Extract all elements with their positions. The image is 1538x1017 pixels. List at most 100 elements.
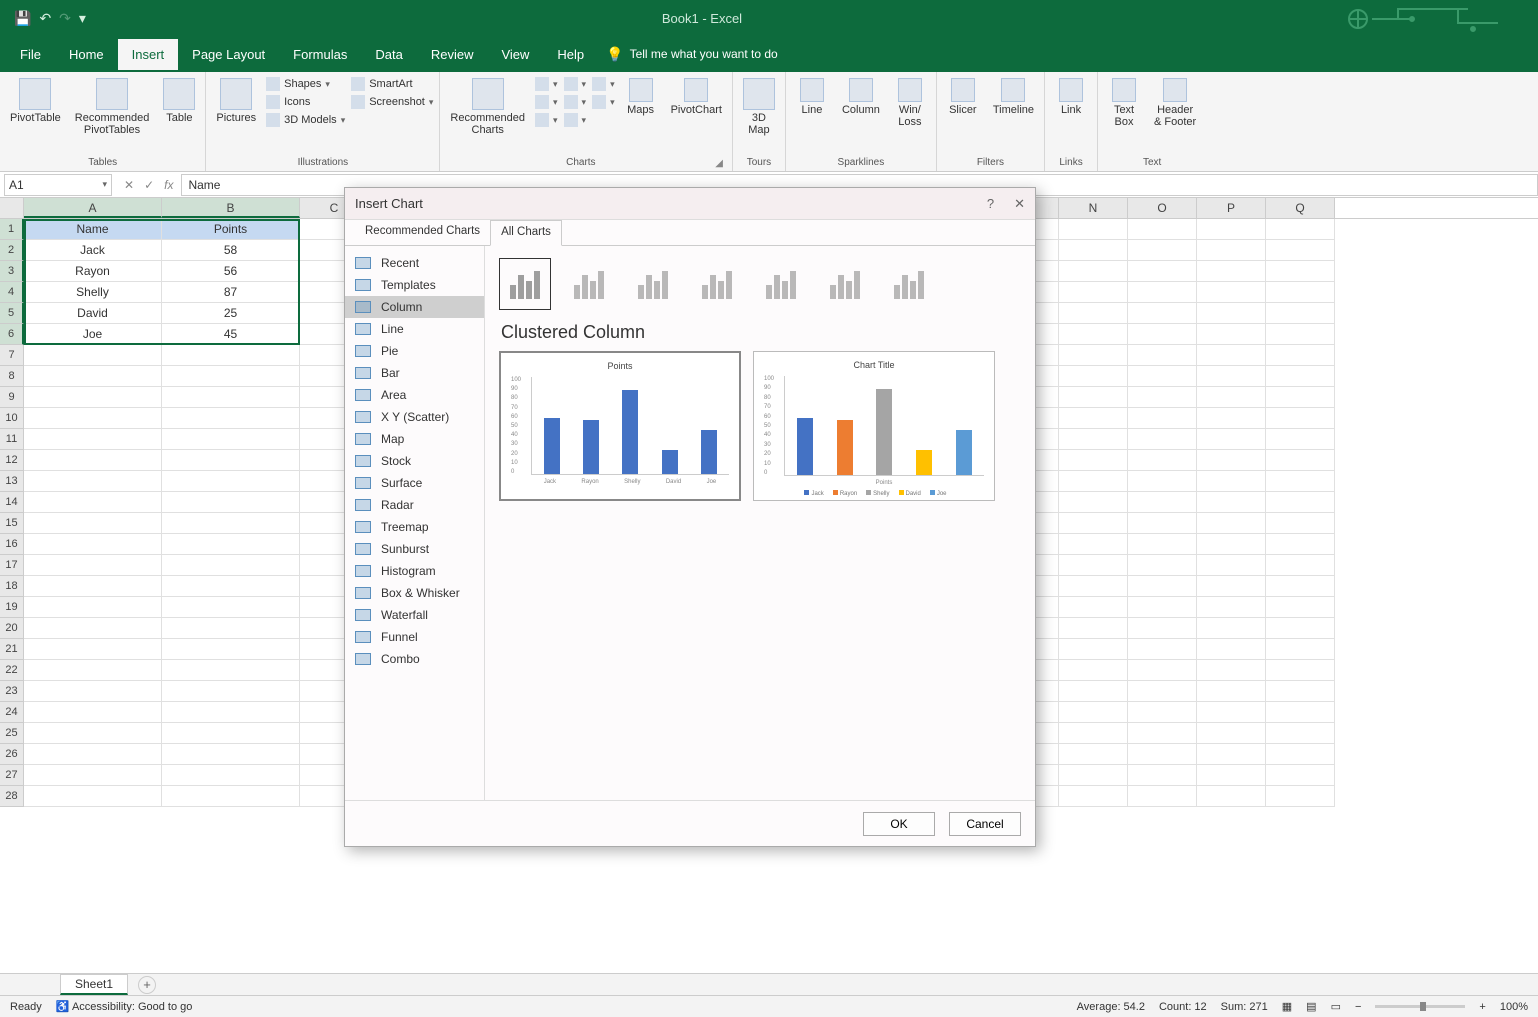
- row-header-12[interactable]: 12: [0, 450, 24, 471]
- cell[interactable]: [162, 555, 300, 576]
- row-header-10[interactable]: 10: [0, 408, 24, 429]
- row-header-4[interactable]: 4: [0, 282, 24, 303]
- sheet-tab[interactable]: Sheet1: [60, 974, 128, 995]
- dialog-close-icon[interactable]: ✕: [1014, 196, 1025, 212]
- fx-icon[interactable]: fx: [164, 178, 173, 192]
- cell[interactable]: [1197, 702, 1266, 723]
- cell[interactable]: [1266, 618, 1335, 639]
- cancel-formula-icon[interactable]: ✕: [124, 178, 134, 192]
- cell[interactable]: [1128, 744, 1197, 765]
- row-header-27[interactable]: 27: [0, 765, 24, 786]
- bar-chart-dropdown[interactable]: [564, 76, 587, 92]
- cell[interactable]: [1059, 450, 1128, 471]
- cell[interactable]: [1266, 261, 1335, 282]
- cell[interactable]: [24, 408, 162, 429]
- cell[interactable]: [1197, 744, 1266, 765]
- chart-type-waterfall[interactable]: Waterfall: [345, 604, 484, 626]
- cell[interactable]: [1197, 681, 1266, 702]
- recommended-charts-button[interactable]: Recommended Charts: [446, 76, 529, 138]
- cell[interactable]: [1266, 723, 1335, 744]
- charts-dialog-launcher[interactable]: ◢: [715, 158, 726, 171]
- cell[interactable]: [24, 744, 162, 765]
- cell[interactable]: [162, 744, 300, 765]
- redo-icon[interactable]: ↷: [59, 10, 71, 27]
- cell[interactable]: [1197, 261, 1266, 282]
- cell[interactable]: [1197, 471, 1266, 492]
- zoom-out-button[interactable]: −: [1355, 1001, 1361, 1013]
- menu-insert[interactable]: Insert: [118, 39, 179, 70]
- cell[interactable]: [1128, 429, 1197, 450]
- column-header-P[interactable]: P: [1197, 198, 1266, 218]
- cell[interactable]: [24, 450, 162, 471]
- cell[interactable]: [24, 681, 162, 702]
- chart-type-treemap[interactable]: Treemap: [345, 516, 484, 538]
- cell[interactable]: [162, 723, 300, 744]
- cell[interactable]: [1128, 702, 1197, 723]
- chart-type-map[interactable]: Map: [345, 428, 484, 450]
- cell[interactable]: [1059, 555, 1128, 576]
- cell[interactable]: [1197, 387, 1266, 408]
- chart-type-combo[interactable]: Combo: [345, 648, 484, 670]
- cancel-button[interactable]: Cancel: [949, 812, 1021, 836]
- cell[interactable]: [1059, 282, 1128, 303]
- hierarchy-chart-dropdown[interactable]: [535, 94, 558, 110]
- cell[interactable]: [24, 765, 162, 786]
- chart-type-x-y-scatter-[interactable]: X Y (Scatter): [345, 406, 484, 428]
- cell[interactable]: [1059, 408, 1128, 429]
- tab-recommended-charts[interactable]: Recommended Charts: [355, 220, 490, 245]
- combo-chart-dropdown[interactable]: [592, 94, 615, 110]
- row-header-28[interactable]: 28: [0, 786, 24, 807]
- cell[interactable]: [1128, 471, 1197, 492]
- cell[interactable]: [1197, 618, 1266, 639]
- menu-home[interactable]: Home: [55, 39, 118, 70]
- cell[interactable]: [1059, 786, 1128, 807]
- cell[interactable]: [162, 786, 300, 807]
- tab-all-charts[interactable]: All Charts: [490, 220, 562, 246]
- column-header-B[interactable]: B: [162, 198, 300, 218]
- cell[interactable]: [1128, 618, 1197, 639]
- row-header-19[interactable]: 19: [0, 597, 24, 618]
- chart-subtype-4[interactable]: [755, 258, 807, 310]
- cell[interactable]: [24, 639, 162, 660]
- name-box[interactable]: A1▾: [4, 174, 112, 196]
- row-header-14[interactable]: 14: [0, 492, 24, 513]
- cell[interactable]: [1059, 660, 1128, 681]
- cell[interactable]: [1059, 534, 1128, 555]
- cell[interactable]: [1059, 261, 1128, 282]
- cell[interactable]: [1266, 387, 1335, 408]
- cell[interactable]: [1059, 765, 1128, 786]
- cell[interactable]: [1128, 534, 1197, 555]
- cell[interactable]: [1197, 366, 1266, 387]
- cell[interactable]: [1197, 723, 1266, 744]
- cell[interactable]: 45: [162, 324, 300, 345]
- cell[interactable]: [1266, 681, 1335, 702]
- cell[interactable]: [162, 429, 300, 450]
- column-header-A[interactable]: A: [24, 198, 162, 218]
- view-page-break-icon[interactable]: ▭: [1331, 1000, 1341, 1013]
- cell[interactable]: [1266, 324, 1335, 345]
- maps-button[interactable]: Maps: [621, 76, 661, 118]
- cell[interactable]: Joe: [24, 324, 162, 345]
- cell[interactable]: [1059, 240, 1128, 261]
- row-header-17[interactable]: 17: [0, 555, 24, 576]
- cell[interactable]: [1059, 702, 1128, 723]
- cell[interactable]: [1266, 282, 1335, 303]
- cell[interactable]: [162, 492, 300, 513]
- cell[interactable]: [162, 639, 300, 660]
- cell[interactable]: [24, 702, 162, 723]
- cell[interactable]: [24, 471, 162, 492]
- chart-subtype-3[interactable]: [691, 258, 743, 310]
- sparkline-line-button[interactable]: Line: [792, 76, 832, 118]
- cell[interactable]: [1266, 240, 1335, 261]
- cell[interactable]: [1266, 450, 1335, 471]
- cell[interactable]: [1128, 345, 1197, 366]
- cell[interactable]: [1128, 660, 1197, 681]
- cell[interactable]: [1197, 786, 1266, 807]
- cell[interactable]: [1266, 555, 1335, 576]
- cell[interactable]: [1197, 597, 1266, 618]
- qat-customize-icon[interactable]: ▾: [79, 10, 86, 27]
- save-icon[interactable]: 💾: [14, 10, 31, 27]
- chart-type-funnel[interactable]: Funnel: [345, 626, 484, 648]
- table-button[interactable]: Table: [159, 76, 199, 126]
- cell[interactable]: [1059, 492, 1128, 513]
